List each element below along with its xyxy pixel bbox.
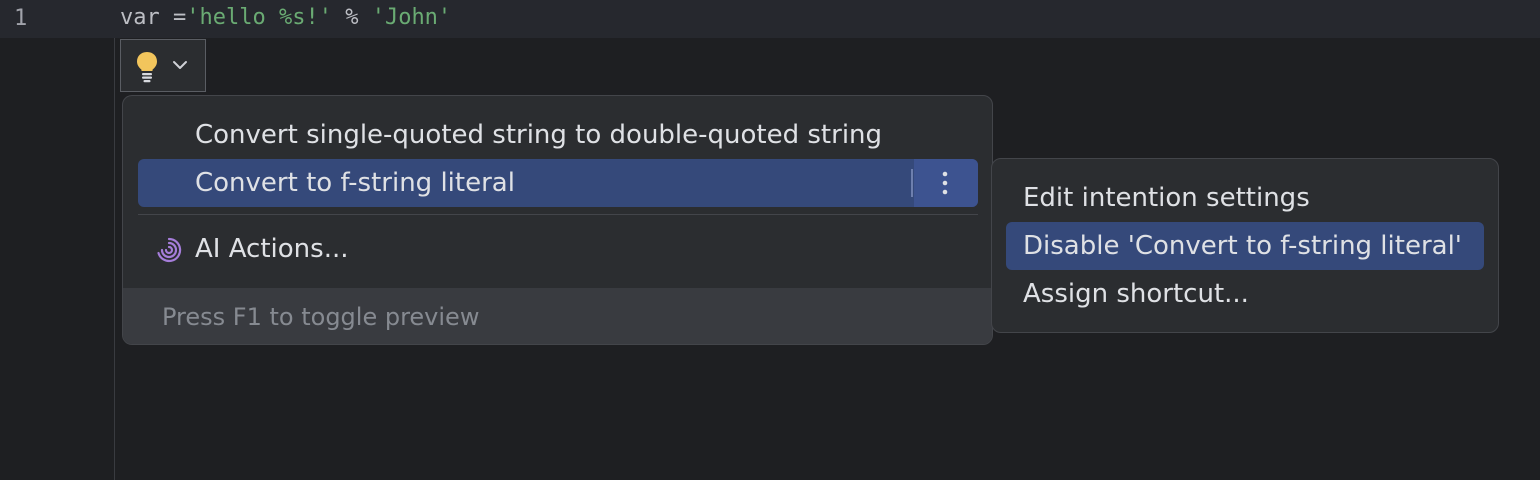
intention-item-convert-fstring[interactable]: Convert to f-string literal	[138, 159, 978, 207]
code-string-argument: 'John'	[371, 5, 452, 30]
submenu-item-label: Edit intention settings	[1023, 183, 1310, 213]
intention-item-convert-quotes[interactable]: Convert single-quoted string to double-q…	[138, 111, 978, 159]
chevron-down-icon	[173, 61, 187, 69]
popup-footer: Press F1 to toggle preview	[123, 288, 992, 344]
submenu-item-label: Disable 'Convert to f-string literal'	[1023, 231, 1462, 261]
intention-item-label: Convert to f-string literal	[195, 168, 515, 198]
intention-actions-popup: Convert single-quoted string to double-q…	[122, 95, 993, 345]
editor-gutter	[0, 0, 115, 480]
vertical-dots-icon	[942, 171, 948, 195]
intention-item-label: Convert single-quoted string to double-q…	[195, 120, 883, 150]
intention-bulb-button[interactable]	[120, 39, 206, 92]
code-line[interactable]: var ='hello %s!' % 'John'	[120, 2, 451, 34]
code-string-literal: 'hello %s!'	[186, 5, 332, 30]
intention-options-submenu: Edit intention settings Disable 'Convert…	[991, 158, 1499, 333]
code-keyword: var	[120, 5, 160, 30]
submenu-item-label: Assign shortcut...	[1023, 279, 1249, 309]
ai-spiral-icon	[157, 237, 182, 263]
submenu-item-disable-intention[interactable]: Disable 'Convert to f-string literal'	[1006, 222, 1484, 270]
preview-hint: Press F1 to toggle preview	[162, 303, 480, 331]
submenu-item-edit-settings[interactable]: Edit intention settings	[1006, 174, 1484, 222]
line-number: 1	[14, 6, 28, 31]
code-operator: =	[159, 5, 187, 30]
popup-divider	[138, 214, 978, 215]
item-separator	[911, 169, 913, 197]
submenu-item-assign-shortcut[interactable]: Assign shortcut...	[1006, 270, 1484, 318]
code-format-operator: %	[331, 5, 372, 30]
more-options-button[interactable]	[914, 159, 978, 207]
intention-item-label: AI Actions...	[195, 234, 349, 264]
intention-item-ai-actions[interactable]: AI Actions...	[138, 225, 978, 273]
lightbulb-icon	[137, 52, 157, 83]
